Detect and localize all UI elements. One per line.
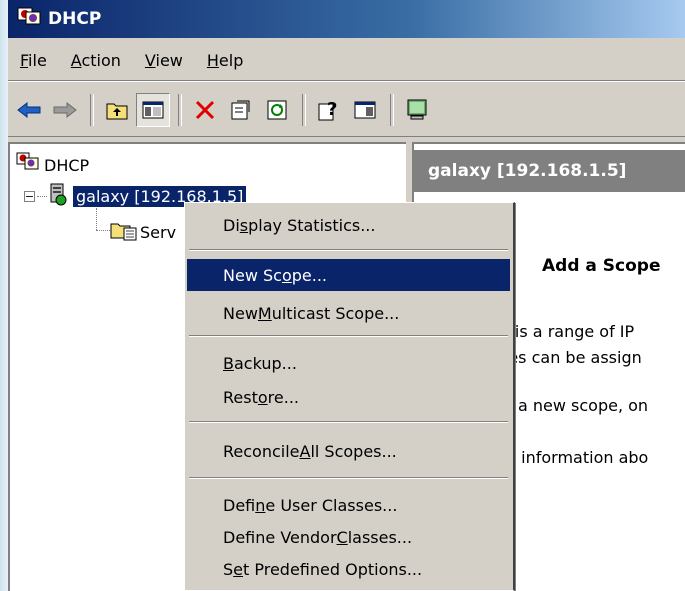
toolbar: ?: [8, 84, 685, 137]
tree-connector: [96, 230, 110, 231]
menu-new-multicast-scope[interactable]: New Multicast Scope...: [187, 297, 510, 329]
menu-separator: [189, 477, 508, 479]
tree-root-label: DHCP: [44, 155, 90, 175]
up-folder-icon[interactable]: [100, 93, 134, 127]
dhcp-window: DHCP File Action View Help ? DHCP − gala…: [8, 0, 685, 591]
menu-backup[interactable]: Backup...: [187, 347, 510, 379]
context-menu: Di s play Statistics... New Sc o pe... New M…: [184, 202, 515, 591]
window-title: DHCP: [48, 9, 102, 29]
details-header: galaxy [192.168.1.5]: [414, 150, 685, 192]
add-scope-title: Add a Scope: [542, 256, 661, 276]
menu-separator: [189, 335, 508, 337]
menu-action[interactable]: Action: [59, 51, 133, 70]
properties-icon[interactable]: [224, 93, 258, 127]
menu-separator: [189, 249, 508, 251]
show-hide-tree-icon[interactable]: [136, 93, 170, 127]
collapse-icon[interactable]: −: [24, 190, 35, 202]
menu-define-vendor-classes[interactable]: Define Vendor Classes...: [187, 521, 510, 553]
tree-node-server-options[interactable]: Serv: [110, 218, 176, 246]
menu-new-scope[interactable]: New Sc o pe...: [187, 259, 510, 291]
menu-help[interactable]: Help: [195, 51, 255, 70]
monitor-icon[interactable]: [400, 93, 434, 127]
toolbar-separator: [90, 94, 94, 126]
refresh-icon[interactable]: [260, 93, 294, 127]
svg-text:?: ?: [327, 99, 337, 120]
menu-define-user-classes[interactable]: Defi n e User Classes...: [187, 489, 510, 521]
description-line: ses can be assign: [500, 348, 642, 367]
forward-icon[interactable]: [48, 93, 82, 127]
tree-child-label: Serv: [140, 222, 177, 242]
menu-view[interactable]: View: [133, 51, 195, 70]
action-pane-icon[interactable]: [348, 93, 382, 127]
description-line: a new scope, on: [518, 396, 649, 415]
menu-display-statistics[interactable]: Di s play Statistics...: [187, 209, 510, 241]
back-icon[interactable]: [12, 93, 46, 127]
dhcp-root-icon: [16, 152, 40, 178]
menu-set-predefined-options[interactable]: Set Predefined Options...: [187, 553, 510, 585]
menu-separator: [189, 421, 508, 423]
menu-bar: File Action View Help: [8, 40, 685, 81]
menu-restore[interactable]: Rest o re...: [187, 381, 510, 413]
title-bar: DHCP: [8, 0, 685, 38]
description-line: re information abo: [500, 448, 649, 467]
help-icon[interactable]: ?: [312, 93, 346, 127]
dhcp-app-icon: [16, 6, 42, 33]
menu-reconcile-all-scopes[interactable]: Reconcile All Scopes...: [187, 435, 510, 467]
server-icon: [47, 182, 69, 210]
desktop-edge: [0, 0, 8, 591]
delete-icon[interactable]: [188, 93, 222, 127]
tree-connector: [96, 208, 97, 230]
menu-file[interactable]: File: [8, 51, 59, 70]
tree-node-root[interactable]: DHCP: [16, 152, 89, 178]
description-line: e is a range of IP: [500, 322, 635, 341]
toolbar-separator: [178, 94, 182, 126]
folder-icon: [110, 218, 138, 246]
toolbar-separator: [390, 94, 394, 126]
toolbar-separator: [302, 94, 306, 126]
